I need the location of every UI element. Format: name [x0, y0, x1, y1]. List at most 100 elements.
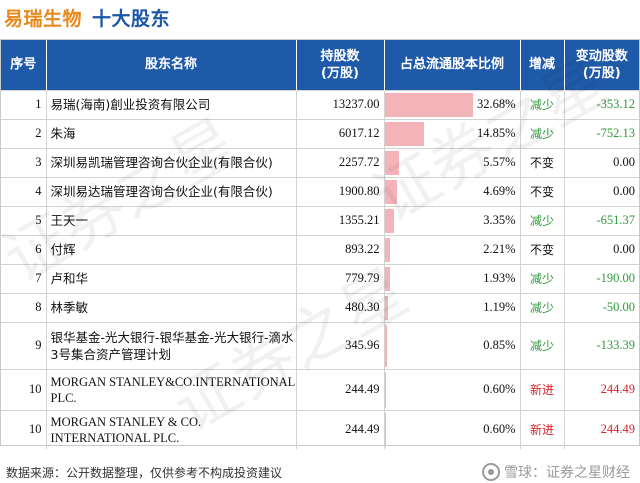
ratio-cell: 14.85%: [384, 119, 521, 148]
table-row: 2 朱海 6017.12 14.85% 减少 -752.13: [1, 119, 639, 148]
company-name: 易瑞生物: [4, 8, 83, 30]
header-name: 股东名称: [46, 40, 297, 90]
ratio-bar: [384, 295, 388, 320]
change-cell: 减少: [520, 206, 565, 235]
delta-cell: -190.00: [596, 271, 635, 285]
ratio-label: 14.85%: [476, 126, 516, 140]
delta-cell: 0.00: [613, 242, 635, 256]
header-change: 增减: [520, 40, 565, 90]
ratio-label: 2.21%: [483, 242, 516, 256]
ratio-cell: 4.69%: [384, 177, 521, 206]
shareholder-name-cell: 朱海: [46, 119, 297, 148]
shares-cell: 244.49: [296, 369, 385, 410]
table-row: 3 深圳易凯瑞管理咨询合伙企业(有限合伙) 2257.72 5.57% 不变 0.00: [1, 148, 639, 177]
shareholder-name-cell: MORGAN STANLEY & CO. INTERNATIONAL PLC.: [46, 410, 297, 449]
table-row: 6 付辉 893.22 2.21% 不变 0.00: [1, 235, 639, 264]
table-row: 7 卢和华 779.79 1.93% 减少 -190.00: [1, 264, 639, 293]
shares-cell: 6017.12: [296, 119, 385, 148]
table-row: 4 深圳易达瑞管理咨询合伙企业(有限合伙) 1900.80 4.69% 不变 0.00: [1, 177, 639, 206]
change-cell: 不变: [520, 177, 565, 206]
shareholder-table: 序号 股东名称 持股数 (万股) 占总流通股本比例 增减 变动股数 (万股) 1…: [0, 39, 640, 449]
change-cell: 不变: [520, 148, 565, 177]
ratio-label: 3.35%: [483, 213, 516, 227]
rank-cell: 6: [1, 235, 47, 264]
data-source-note: 数据来源：公开数据整理，仅供参考不构成投资建议: [6, 466, 283, 480]
change-cell: 减少: [520, 264, 565, 293]
delta-cell: 0.00: [613, 184, 635, 198]
rank-cell: 5: [1, 206, 47, 235]
ratio-label: 1.19%: [483, 300, 516, 314]
rank-cell: 2: [1, 119, 47, 148]
table-row: 5 王天一 1355.21 3.35% 减少 -651.37: [1, 206, 639, 235]
table-header-row: 序号 股东名称 持股数 (万股) 占总流通股本比例 增减 变动股数 (万股): [1, 40, 639, 90]
shares-cell: 480.30: [296, 293, 385, 322]
shares-cell: 244.49: [296, 410, 385, 449]
table-row: 1 易瑞(海南)創业投资有限公司 13237.00 32.68% 减少 -353.12: [1, 90, 639, 119]
table-row: 10 MORGAN STANLEY & CO. INTERNATIONAL PLC…: [1, 410, 639, 449]
snowball-logo-icon: [482, 463, 500, 481]
change-cell: 减少: [520, 90, 565, 119]
ratio-bar: [384, 92, 473, 117]
shares-cell: 13237.00: [296, 90, 385, 119]
footer: 数据来源：公开数据整理，仅供参考不构成投资建议 雪球：证券之星财经: [0, 460, 640, 482]
ratio-label: 0.85%: [483, 338, 516, 352]
table-row: 10 MORGAN STANLEY&CO.INTERNATIONAL PLC. 24…: [1, 369, 639, 410]
shareholder-name-cell: 卢和华: [46, 264, 297, 293]
rank-cell: 1: [1, 90, 47, 119]
delta-cell: -133.39: [596, 338, 635, 352]
change-cell: 新进: [520, 369, 565, 410]
delta-cell: 0.00: [613, 155, 635, 169]
rank-cell: 10: [1, 410, 47, 449]
ratio-label: 5.57%: [483, 155, 516, 169]
shares-cell: 2257.72: [296, 148, 385, 177]
delta-cell: -353.12: [596, 97, 635, 111]
rank-cell: 4: [1, 177, 47, 206]
rank-cell: 8: [1, 293, 47, 322]
header-shares: 持股数 (万股): [296, 40, 385, 90]
shareholder-name-cell: 深圳易凯瑞管理咨询合伙企业(有限合伙): [46, 148, 297, 177]
ratio-label: 32.68%: [476, 97, 516, 111]
ratio-bar: [384, 412, 387, 447]
shares-cell: 1355.21: [296, 206, 385, 235]
rank-cell: 10: [1, 369, 47, 410]
shares-cell: 345.96: [296, 322, 385, 369]
delta-cell: 244.49: [600, 422, 635, 437]
title-bar: 易瑞生物 十大股东: [0, 0, 640, 36]
ratio-bar: [384, 179, 398, 204]
rank-cell: 9: [1, 322, 47, 369]
ratio-cell: 1.93%: [384, 264, 521, 293]
delta-cell: -752.13: [596, 126, 635, 140]
header-ratio: 占总流通股本比例: [384, 40, 521, 90]
ratio-bar: [384, 150, 400, 175]
brand-text: 雪球：证券之星财经: [504, 465, 630, 481]
delta-cell: 244.49: [600, 382, 635, 396]
ratio-label: 0.60%: [483, 382, 516, 396]
change-cell: 减少: [520, 293, 565, 322]
ratio-label: 4.69%: [483, 184, 516, 198]
ratio-bar: [384, 121, 425, 146]
ratio-bar: [384, 371, 387, 408]
ratio-cell: 0.60%: [384, 410, 521, 449]
change-cell: 新进: [520, 410, 565, 449]
ratio-bar: [384, 266, 390, 291]
ratio-cell: 1.19%: [384, 293, 521, 322]
shares-cell: 779.79: [296, 264, 385, 293]
ratio-cell: 3.35%: [384, 206, 521, 235]
ratio-cell: 32.68%: [384, 90, 521, 119]
shareholder-name-cell: 易瑞(海南)創业投资有限公司: [46, 90, 297, 119]
shareholder-name-cell: MORGAN STANLEY&CO.INTERNATIONAL PLC.: [46, 369, 297, 410]
header-delta: 变动股数 (万股): [575, 48, 628, 81]
table-row: 9 银华基金-光大银行-银华基金-光大银行-滴水3号集合资产管理计划 345.96 0…: [1, 322, 639, 369]
brand-credit: 雪球：证券之星财经: [482, 462, 630, 482]
table-row: 8 林季敏 480.30 1.19% 减少 -50.00: [1, 293, 639, 322]
header-rank: 序号: [1, 40, 47, 90]
ratio-label: 1.93%: [483, 271, 516, 285]
shareholder-name-cell: 深圳易达瑞管理咨询合伙企业(有限合伙): [46, 177, 297, 206]
ratio-cell: 5.57%: [384, 148, 521, 177]
ratio-label: 0.60%: [483, 422, 516, 437]
shareholder-name-cell: 付辉: [46, 235, 297, 264]
ratio-cell: 2.21%: [384, 235, 521, 264]
ratio-bar: [384, 237, 391, 262]
ratio-cell: 0.85%: [384, 322, 521, 369]
ratio-bar: [384, 208, 394, 233]
